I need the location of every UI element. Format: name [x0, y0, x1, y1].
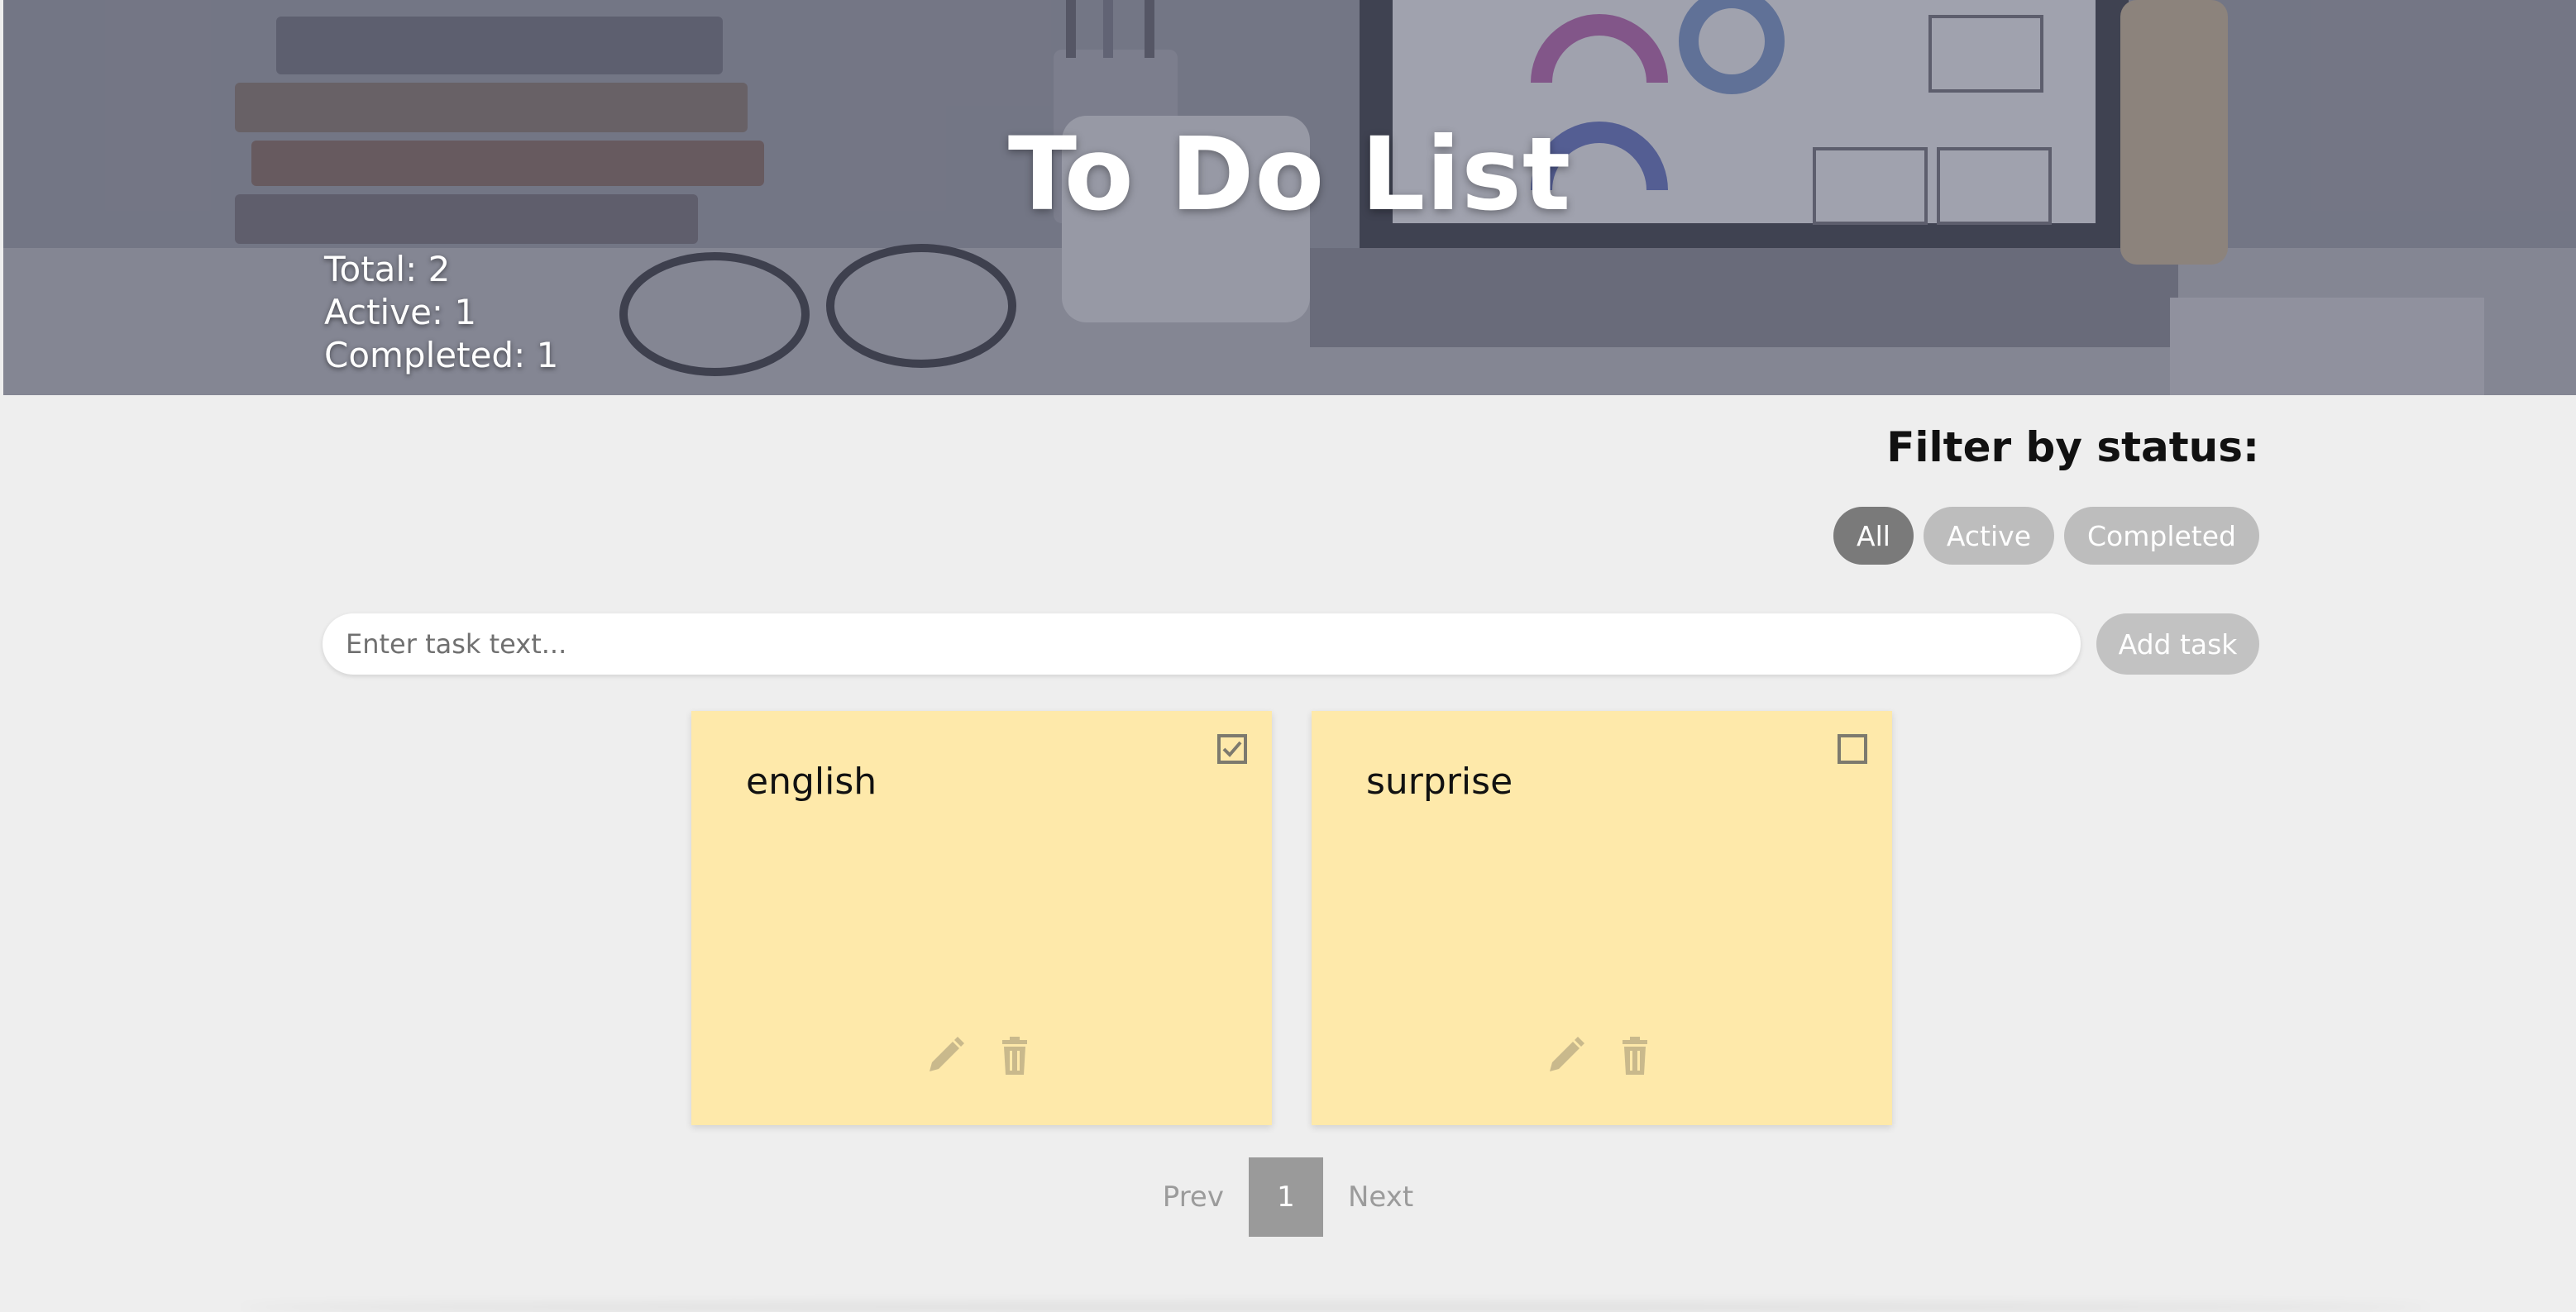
add-task-button[interactable]: Add task	[2096, 613, 2259, 675]
footer-shadow	[240, 1302, 2431, 1312]
header-banner: To Do List Total: 2 Active: 1 Completed:…	[3, 0, 2576, 395]
filter-label: Filter by status:	[1886, 423, 2259, 471]
pagination: Prev 1 Next	[0, 1157, 2576, 1237]
filter-completed-button[interactable]: Completed	[2064, 507, 2259, 565]
task-stats: Total: 2 Active: 1 Completed: 1	[324, 248, 558, 377]
task-text: english	[746, 761, 877, 803]
stat-total: Total: 2	[324, 249, 451, 289]
prev-page-button[interactable]: Prev	[1163, 1181, 1224, 1214]
task-card: surprise	[1312, 711, 1892, 1125]
task-card: english	[691, 711, 1272, 1125]
filter-all-button[interactable]: All	[1833, 507, 1914, 565]
task-text-input[interactable]	[323, 613, 2081, 675]
task-complete-checkbox[interactable]	[1217, 734, 1247, 764]
page-title: To Do List	[1007, 116, 1572, 233]
stat-active: Active: 1	[324, 292, 477, 332]
task-text: surprise	[1366, 761, 1513, 803]
task-actions	[925, 1035, 1035, 1076]
trash-icon[interactable]	[1614, 1035, 1656, 1076]
current-page-button[interactable]: 1	[1248, 1157, 1323, 1237]
filter-active-button[interactable]: Active	[1923, 507, 2054, 565]
pencil-icon[interactable]	[1545, 1035, 1586, 1076]
trash-icon[interactable]	[994, 1035, 1035, 1076]
check-icon	[1222, 741, 1242, 757]
status-filter: All Active Completed	[1833, 507, 2259, 565]
pencil-icon[interactable]	[925, 1035, 966, 1076]
task-actions	[1545, 1035, 1656, 1076]
task-complete-checkbox[interactable]	[1838, 734, 1867, 764]
next-page-button[interactable]: Next	[1348, 1181, 1413, 1214]
stat-completed: Completed: 1	[324, 335, 559, 375]
